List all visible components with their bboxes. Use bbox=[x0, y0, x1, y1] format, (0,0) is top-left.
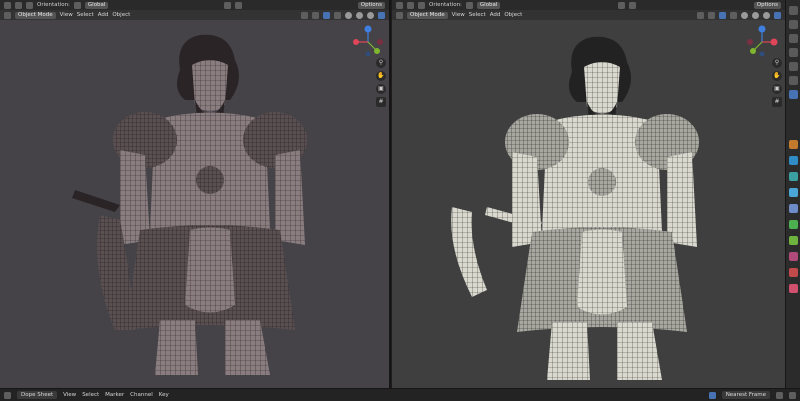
pivot-icon[interactable] bbox=[73, 1, 81, 9]
xray-icon[interactable] bbox=[334, 11, 341, 19]
mode-icon[interactable] bbox=[396, 11, 403, 19]
cursor-icon[interactable] bbox=[15, 1, 22, 9]
grid-icon[interactable]: # bbox=[772, 97, 782, 107]
menu-object[interactable]: Object bbox=[112, 12, 130, 18]
filter-icon[interactable] bbox=[789, 391, 796, 399]
material-shading-icon[interactable] bbox=[763, 11, 770, 19]
shader-icon[interactable] bbox=[789, 284, 798, 293]
header-toolbar: Orientation: Global Options bbox=[0, 0, 389, 10]
proportional-edit-icon[interactable] bbox=[776, 391, 783, 399]
constraints-icon[interactable] bbox=[789, 204, 798, 213]
wireframe-shading-icon[interactable] bbox=[741, 11, 748, 19]
move-icon[interactable] bbox=[26, 1, 33, 9]
character-model-shaded[interactable] bbox=[60, 30, 340, 380]
orientation-label: Orientation: bbox=[37, 2, 70, 8]
cursor-icon[interactable] bbox=[407, 1, 414, 9]
snap-icon[interactable] bbox=[224, 1, 232, 9]
move-icon[interactable] bbox=[418, 1, 425, 9]
dope-sheet-header: Dope Sheet View Select Marker Channel Ke… bbox=[0, 388, 800, 401]
editor-type-icon[interactable] bbox=[396, 1, 403, 9]
menu-view[interactable]: View bbox=[60, 12, 73, 18]
pivot-icon[interactable] bbox=[465, 1, 473, 9]
character-model-wireframe[interactable] bbox=[447, 32, 737, 384]
mode-toolbar: Object Mode View Select Add Object bbox=[392, 10, 785, 20]
orientation-dropdown[interactable]: Global bbox=[476, 1, 501, 9]
viewport-left[interactable]: Orientation: Global Options Object Mode … bbox=[0, 0, 391, 388]
grid-icon[interactable]: # bbox=[376, 97, 386, 107]
mode-icon[interactable] bbox=[4, 11, 11, 19]
data-icon[interactable] bbox=[789, 220, 798, 229]
scene-icon[interactable] bbox=[789, 76, 798, 85]
menu-marker[interactable]: Marker bbox=[105, 392, 124, 398]
editor-type-icon[interactable] bbox=[4, 1, 11, 9]
world-icon[interactable] bbox=[789, 90, 798, 99]
zoom-icon[interactable]: ⚲ bbox=[376, 58, 386, 68]
orientation-dropdown[interactable]: Global bbox=[84, 1, 109, 9]
snap-icon[interactable] bbox=[618, 1, 626, 9]
material-shading-icon[interactable] bbox=[367, 11, 374, 19]
menu-view[interactable]: View bbox=[452, 12, 465, 18]
texture-icon[interactable] bbox=[789, 268, 798, 277]
menu-key[interactable]: Key bbox=[159, 392, 169, 398]
mode-toolbar: Object Mode View Select Add Object bbox=[0, 10, 389, 20]
gizmo-toggle-icon[interactable] bbox=[708, 11, 715, 19]
wireframe-shading-icon[interactable] bbox=[345, 11, 352, 19]
camera-icon[interactable]: ▣ bbox=[376, 84, 386, 94]
material-icon[interactable] bbox=[789, 252, 798, 261]
menu-select[interactable]: Select bbox=[469, 12, 486, 18]
menu-add[interactable]: Add bbox=[98, 12, 109, 18]
options-dropdown[interactable]: Options bbox=[357, 1, 385, 9]
properties-sidebar bbox=[785, 0, 800, 388]
view-icon[interactable] bbox=[789, 20, 798, 29]
rendered-shading-icon[interactable] bbox=[774, 11, 781, 19]
particles-icon[interactable] bbox=[789, 172, 798, 181]
object-icon[interactable] bbox=[789, 140, 798, 149]
menu-view[interactable]: View bbox=[63, 392, 76, 398]
xray-icon[interactable] bbox=[730, 11, 737, 19]
mode-dropdown[interactable]: Dope Sheet bbox=[17, 391, 58, 399]
viewport-right[interactable]: Orientation: Global Options Object Mode … bbox=[392, 0, 785, 388]
camera-icon[interactable]: ▣ bbox=[772, 84, 782, 94]
menu-select[interactable]: Select bbox=[82, 392, 99, 398]
menu-select[interactable]: Select bbox=[77, 12, 94, 18]
mode-dropdown[interactable]: Object Mode bbox=[407, 11, 448, 19]
navigation-gizmo[interactable] bbox=[350, 24, 386, 60]
visibility-icon[interactable] bbox=[697, 11, 704, 19]
snap-icon[interactable] bbox=[708, 391, 716, 399]
vertex-group-icon[interactable] bbox=[789, 236, 798, 245]
mode-dropdown[interactable]: Object Mode bbox=[15, 11, 56, 19]
zoom-icon[interactable]: ⚲ bbox=[772, 58, 782, 68]
proportional-edit-icon[interactable] bbox=[235, 1, 243, 9]
render-icon[interactable] bbox=[789, 34, 798, 43]
overlay-icon[interactable] bbox=[719, 11, 726, 19]
overlay-icon[interactable] bbox=[323, 11, 330, 19]
snap-mode-dropdown[interactable]: Nearest Frame bbox=[721, 391, 770, 399]
editor-type-icon[interactable] bbox=[4, 391, 11, 399]
options-dropdown[interactable]: Options bbox=[753, 1, 781, 9]
gizmo-toggle-icon[interactable] bbox=[312, 11, 319, 19]
menu-add[interactable]: Add bbox=[490, 12, 501, 18]
modifier-icon[interactable] bbox=[789, 156, 798, 165]
hand-icon[interactable]: ✋ bbox=[376, 71, 386, 81]
proportional-edit-icon[interactable] bbox=[629, 1, 637, 9]
rendered-shading-icon[interactable] bbox=[378, 11, 385, 19]
hand-icon[interactable]: ✋ bbox=[772, 71, 782, 81]
solid-shading-icon[interactable] bbox=[356, 11, 363, 19]
tool-icon[interactable] bbox=[789, 6, 798, 15]
view-layer-icon[interactable] bbox=[789, 62, 798, 71]
menu-object[interactable]: Object bbox=[504, 12, 522, 18]
visibility-icon[interactable] bbox=[301, 11, 308, 19]
navigation-gizmo[interactable] bbox=[744, 24, 780, 60]
physics-icon[interactable] bbox=[789, 188, 798, 197]
solid-shading-icon[interactable] bbox=[752, 11, 759, 19]
menu-channel[interactable]: Channel bbox=[130, 392, 153, 398]
orientation-label: Orientation: bbox=[429, 2, 462, 8]
output-icon[interactable] bbox=[789, 48, 798, 57]
header-toolbar: Orientation: Global Options bbox=[392, 0, 785, 10]
